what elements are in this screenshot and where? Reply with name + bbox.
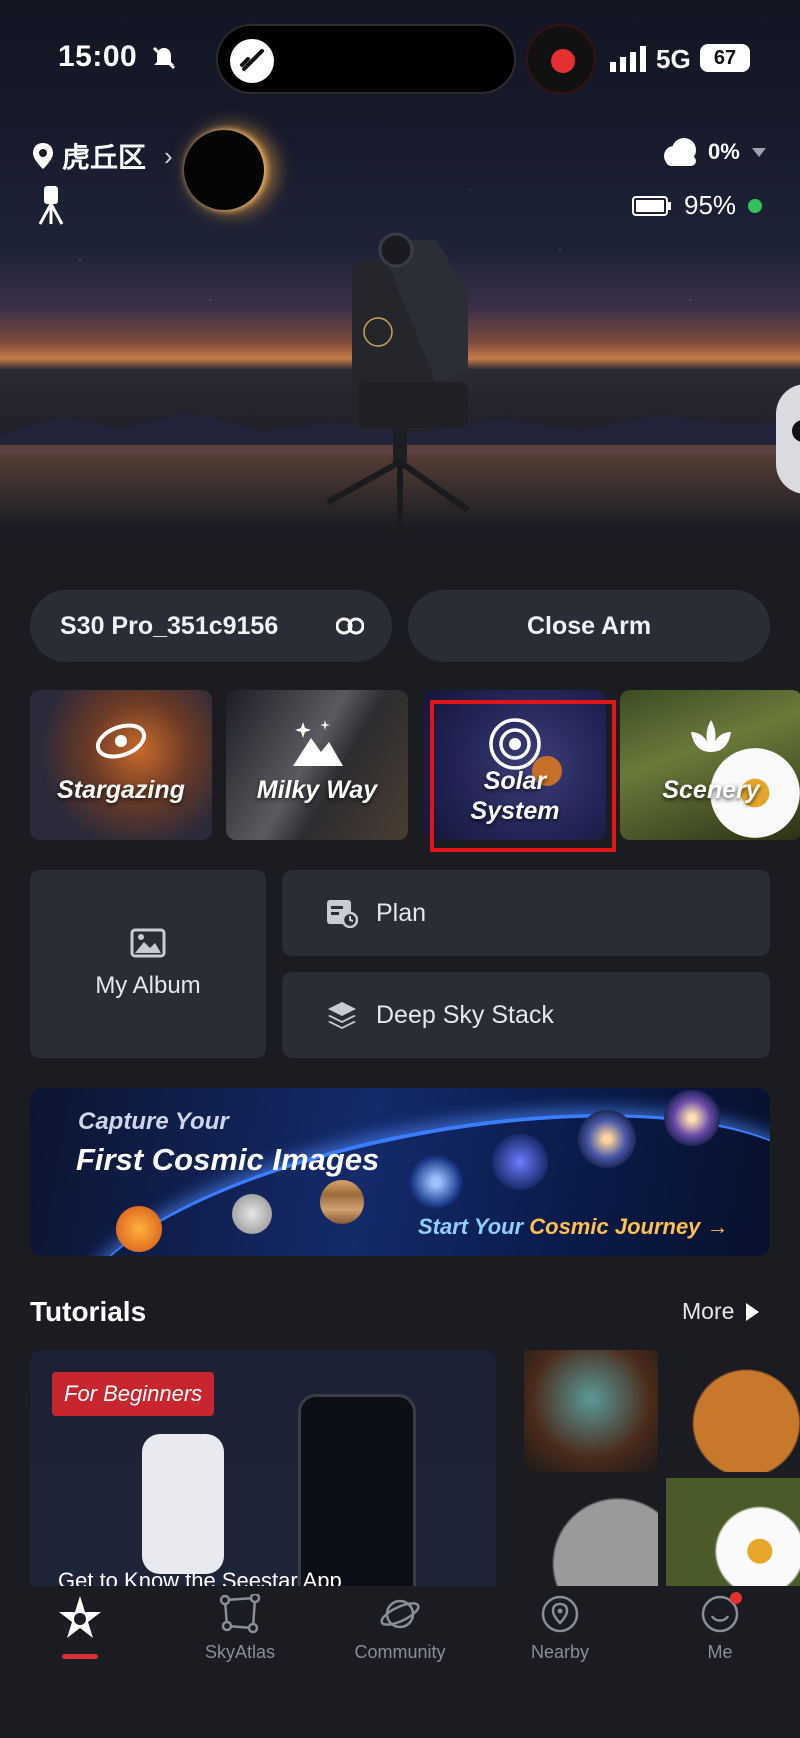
close-arm-button[interactable]: Close Arm — [408, 590, 770, 662]
layers-icon — [328, 1002, 356, 1029]
mountain-stars-icon — [293, 720, 343, 766]
nav-skyatlas[interactable]: SkyAtlas — [170, 1594, 310, 1663]
location-icon — [541, 1595, 579, 1633]
play-arrow-icon — [746, 1302, 760, 1321]
nav-label: Community — [354, 1642, 446, 1662]
battery-icon — [632, 195, 671, 216]
phone-battery: 67 — [700, 44, 750, 72]
cluster-image — [408, 1154, 464, 1210]
weather-value: 0% — [708, 139, 740, 164]
plan-button[interactable]: Plan — [282, 870, 770, 956]
nebula-thumbnail — [524, 1350, 658, 1472]
eclipse-image — [184, 130, 264, 210]
nav-label: Nearby — [530, 1642, 590, 1662]
album-label: My Album — [95, 972, 201, 999]
banner-cta[interactable]: Start Your Cosmic Journey → — [418, 1214, 729, 1240]
constellation-icon — [219, 1594, 261, 1634]
lotus-icon — [691, 720, 731, 752]
beginner-badge: For Beginners — [52, 1372, 215, 1416]
cosmic-journey-banner[interactable]: Capture Your First Cosmic Images Start Y… — [30, 1088, 770, 1256]
device-selector[interactable]: S30 Pro_351c9156 — [30, 590, 392, 662]
network-type: 5G — [656, 44, 691, 74]
device-battery-value: 95% — [684, 190, 737, 220]
nav-home[interactable] — [10, 1594, 150, 1659]
planet-icon — [380, 1599, 420, 1629]
moon-thumbnail — [524, 1478, 658, 1600]
more-label: More — [682, 1298, 735, 1324]
mode-label: Milky Way — [256, 776, 378, 804]
moon-image — [232, 1194, 272, 1234]
jupiter-image — [320, 1180, 364, 1224]
caret-down-icon — [751, 147, 766, 157]
sun-image — [116, 1206, 162, 1252]
stack-label: Deep Sky Stack — [376, 1000, 554, 1029]
location-selector[interactable]: 虎丘区 › — [32, 136, 173, 176]
cloud-icon — [664, 138, 696, 166]
nebula-image — [492, 1134, 548, 1190]
mode-stargazing[interactable]: Stargazing — [30, 690, 212, 840]
status-time: 15:00 — [58, 40, 138, 73]
dynamic-island[interactable] — [216, 24, 516, 94]
mode-label: Stargazing — [57, 776, 185, 804]
bottom-navigation: SkyAtlas Community Nearby Me — [0, 1586, 800, 1738]
nav-me[interactable]: Me — [650, 1592, 790, 1663]
weather-widget[interactable]: 0% — [660, 136, 766, 168]
banner-cta-part2: Cosmic Journey — [529, 1214, 701, 1239]
link-icon — [336, 617, 364, 635]
mode-milky-way[interactable]: Milky Way — [226, 690, 408, 840]
tutorials-heading: Tutorials — [30, 1296, 147, 1327]
flower-thumbnail — [666, 1478, 800, 1600]
chevron-right-icon: › — [164, 140, 173, 171]
active-indicator — [62, 1654, 98, 1659]
tutorial-thumbnail-grid[interactable] — [524, 1350, 800, 1600]
tutorials-more-button[interactable]: More — [682, 1298, 760, 1325]
calendar-clock-icon — [327, 900, 358, 928]
nav-label: Me — [707, 1642, 733, 1662]
signal-icon — [610, 46, 646, 72]
mars-thumbnail — [666, 1350, 800, 1472]
nav-community[interactable]: Community — [330, 1594, 470, 1663]
device-name: S30 Pro_351c9156 — [60, 611, 279, 640]
banner-title: First Cosmic Images — [76, 1142, 380, 1177]
notification-dot — [730, 1592, 742, 1604]
tripod-icon[interactable] — [36, 184, 66, 226]
bell-muted-icon — [152, 46, 176, 70]
telescope-image — [326, 232, 470, 532]
location-pin-icon — [33, 143, 53, 169]
my-album-button[interactable]: My Album — [30, 870, 266, 1058]
banner-cta-part1: Start Your — [418, 1214, 530, 1239]
deep-sky-stack-button[interactable]: Deep Sky Stack — [282, 972, 770, 1058]
telescope-image — [142, 1434, 224, 1574]
mode-scenery[interactable]: Scenery — [620, 690, 800, 840]
nav-label: SkyAtlas — [204, 1642, 276, 1662]
spiral-galaxy-image — [664, 1090, 720, 1146]
banner-subtitle: Capture Your — [78, 1108, 229, 1135]
mode-label: Scenery — [662, 776, 760, 804]
nav-nearby[interactable]: Nearby — [490, 1594, 630, 1663]
galaxy-icon — [95, 723, 147, 759]
link-off-icon — [230, 39, 274, 83]
tutorial-card[interactable]: For Beginners Get to Know the Seestar Ap… — [30, 1350, 496, 1600]
selection-highlight — [430, 700, 616, 852]
online-status-dot — [748, 198, 763, 213]
mascot-image[interactable] — [776, 384, 800, 494]
device-battery: 95% — [632, 190, 763, 221]
location-name: 虎丘区 — [62, 142, 147, 173]
galaxy-image — [578, 1110, 636, 1168]
arrow-right-icon: → — [706, 1214, 729, 1239]
record-indicator[interactable] — [526, 24, 596, 94]
image-icon — [130, 928, 166, 958]
star-home-icon — [59, 1596, 101, 1638]
plan-label: Plan — [376, 898, 427, 927]
